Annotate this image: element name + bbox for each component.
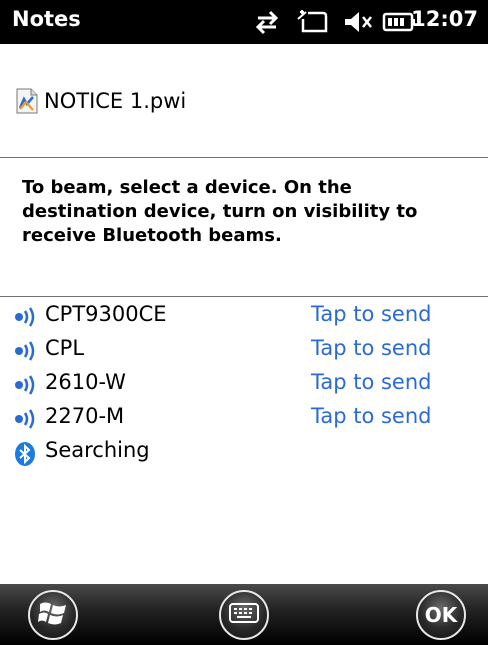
windows-start-icon [38, 599, 68, 631]
searching-label: Searching [45, 438, 150, 462]
ok-label: OK [424, 603, 458, 627]
beam-instructions: To beam, select a device. On the destina… [22, 177, 418, 246]
device-row[interactable]: 2610-W Tap to send [14, 368, 484, 402]
sync-phone-icon[interactable] [295, 9, 329, 35]
device-name: CPL [45, 336, 85, 360]
beam-signal-icon [14, 305, 46, 329]
device-name: CPT9300CE [45, 302, 167, 326]
divider [0, 157, 488, 158]
device-name: 2610-W [45, 370, 126, 394]
device-row[interactable]: CPL Tap to send [14, 334, 484, 368]
pwi-document-icon [14, 88, 40, 114]
file-row: NOTICE 1.pwi [14, 86, 186, 116]
beam-signal-icon [14, 373, 46, 397]
clock[interactable]: 12:07 [411, 7, 478, 31]
speaker-muted-icon[interactable] [343, 9, 377, 35]
device-name: 2270-M [45, 404, 125, 428]
device-list: CPT9300CE Tap to send CPL Tap to send 26… [14, 300, 484, 470]
beam-signal-icon [14, 339, 46, 363]
status-bar: Notes 12:07 [0, 0, 488, 44]
tap-to-send-link[interactable]: Tap to send [311, 302, 431, 326]
bluetooth-icon [14, 442, 36, 466]
keyboard-button[interactable] [219, 590, 269, 640]
start-button[interactable] [28, 590, 78, 640]
ok-button[interactable]: OK [416, 590, 466, 640]
keyboard-icon [229, 602, 259, 628]
tap-to-send-link[interactable]: Tap to send [311, 404, 431, 428]
device-row[interactable]: CPT9300CE Tap to send [14, 300, 484, 334]
file-name: NOTICE 1.pwi [44, 89, 187, 113]
app-title: Notes [12, 7, 81, 31]
connectivity-arrows-icon[interactable] [252, 9, 282, 35]
beam-signal-icon [14, 407, 46, 431]
device-row[interactable]: 2270-M Tap to send [14, 402, 484, 436]
softkey-bar: OK [0, 584, 488, 645]
tap-to-send-link[interactable]: Tap to send [311, 336, 431, 360]
tap-to-send-link[interactable]: Tap to send [311, 370, 431, 394]
searching-row: Searching [14, 436, 484, 470]
divider [0, 296, 488, 297]
